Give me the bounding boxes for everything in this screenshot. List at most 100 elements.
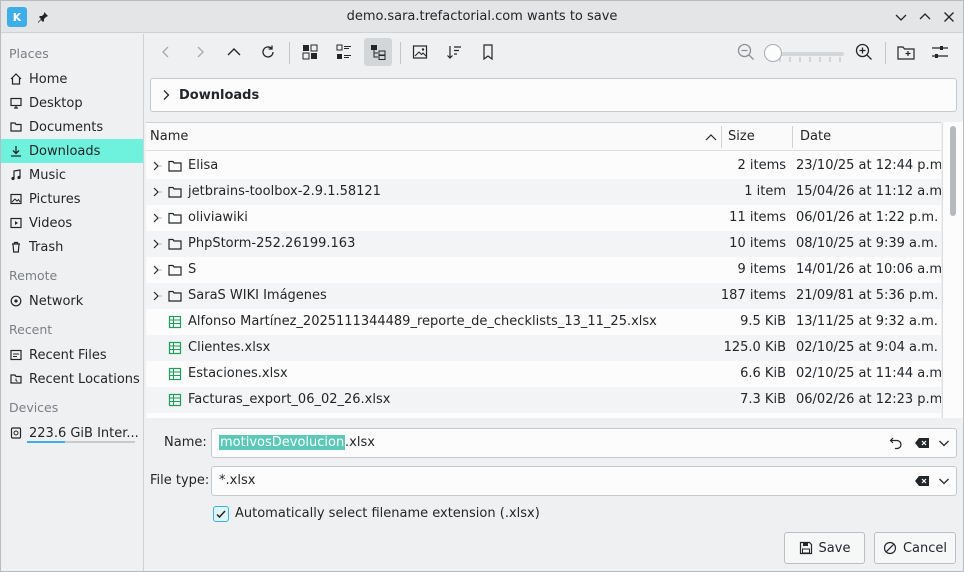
sort-ascending-icon bbox=[705, 134, 717, 141]
chevron-down-icon[interactable] bbox=[936, 435, 952, 451]
expand-arrow-icon[interactable] bbox=[150, 262, 162, 278]
zoom-out-button[interactable] bbox=[732, 38, 760, 66]
clear-icon[interactable] bbox=[914, 473, 930, 489]
new-folder-button[interactable] bbox=[892, 38, 920, 66]
vertical-scrollbar[interactable] bbox=[942, 122, 963, 418]
toolbar-separator bbox=[400, 42, 401, 64]
home-icon bbox=[9, 72, 23, 86]
table-row[interactable]: S 9 items 14/01/26 at 10:06 a.m. bbox=[146, 257, 941, 283]
breadcrumb-current[interactable]: Downloads bbox=[179, 88, 259, 103]
zoom-slider-handle[interactable] bbox=[764, 44, 782, 62]
sidebar-item-pictures[interactable]: Pictures bbox=[1, 187, 143, 211]
scrollbar-thumb[interactable] bbox=[950, 126, 956, 216]
forward-button[interactable] bbox=[186, 38, 214, 66]
expand-arrow-icon[interactable] bbox=[150, 184, 162, 200]
breadcrumb[interactable]: Downloads bbox=[150, 78, 957, 112]
table-row[interactable]: oliviawiki 11 items 06/01/26 at 1:22 p.m. bbox=[146, 205, 941, 231]
tree-view-button[interactable] bbox=[364, 38, 392, 66]
spreadsheet-icon bbox=[168, 341, 182, 355]
sort-button[interactable] bbox=[440, 38, 468, 66]
sidebar-item-videos[interactable]: Videos bbox=[1, 211, 143, 235]
bookmark-button[interactable] bbox=[474, 38, 502, 66]
section-remote: Remote bbox=[9, 268, 58, 283]
sidebar-item-downloads[interactable]: Downloads bbox=[1, 139, 143, 163]
checkmark-icon bbox=[216, 510, 226, 519]
column-divider[interactable] bbox=[721, 126, 722, 148]
icons-view-button[interactable] bbox=[296, 38, 324, 66]
filetype-value: *.xlsx bbox=[219, 473, 256, 488]
file-date: 14/01/26 at 10:06 a.m. bbox=[796, 262, 941, 277]
cancel-icon bbox=[883, 541, 897, 555]
sidebar-item-label: Documents bbox=[29, 119, 104, 135]
undo-icon[interactable] bbox=[888, 435, 904, 451]
section-recent: Recent bbox=[9, 322, 53, 337]
section-places: Places bbox=[9, 46, 49, 61]
cancel-button[interactable]: Cancel bbox=[874, 532, 956, 564]
back-button[interactable] bbox=[152, 38, 180, 66]
folder-icon bbox=[168, 237, 182, 251]
file-name: oliviawiki bbox=[188, 210, 248, 225]
sidebar-item-label: Pictures bbox=[29, 191, 81, 207]
chevron-down-icon[interactable] bbox=[936, 473, 952, 489]
zoom-slider[interactable] bbox=[764, 44, 848, 64]
expand-arrow-icon[interactable] bbox=[150, 288, 162, 304]
column-header-size[interactable]: Size bbox=[724, 123, 755, 151]
table-row[interactable]: Estaciones.xlsx 6.6 KiB 02/10/25 at 11:44 … bbox=[146, 361, 941, 387]
column-header-name[interactable]: Name bbox=[146, 123, 188, 151]
file-list: Name Size Date Elisa 2 items 23/10/25 at 1… bbox=[146, 122, 941, 418]
sidebar-item-home[interactable]: Home bbox=[1, 67, 143, 91]
maximize-icon[interactable] bbox=[915, 7, 935, 27]
options-menu-button[interactable] bbox=[926, 38, 954, 66]
preview-button[interactable] bbox=[406, 38, 434, 66]
name-label: Name: bbox=[164, 435, 207, 450]
table-row[interactable]: Clientes.xlsx 125.0 KiB 02/10/25 at 9:04 a… bbox=[146, 335, 941, 361]
sidebar-item-documents[interactable]: Documents bbox=[1, 115, 143, 139]
places-sidebar: Places Home Desktop Documents Downloads … bbox=[1, 34, 144, 571]
minimize-icon[interactable] bbox=[891, 7, 911, 27]
folder-icon bbox=[168, 211, 182, 225]
file-date: 02/10/25 at 9:04 a.m. bbox=[796, 340, 938, 355]
title-bar: K demo.sara.trefactorial.com wants to sa… bbox=[1, 1, 963, 33]
auto-extension-label[interactable]: Automatically select filename extension … bbox=[235, 506, 540, 521]
table-row[interactable]: Facturas_export_06_02_26.xlsx 7.3 KiB 06/0… bbox=[146, 387, 941, 413]
filetype-select[interactable]: *.xlsx bbox=[211, 466, 957, 496]
cancel-button-label: Cancel bbox=[902, 540, 948, 556]
filename-field[interactable]: motivosDevolucion .xlsx bbox=[211, 428, 957, 458]
clear-icon[interactable] bbox=[914, 435, 930, 451]
reload-button[interactable] bbox=[254, 38, 282, 66]
sidebar-item-desktop[interactable]: Desktop bbox=[1, 91, 143, 115]
videos-icon bbox=[9, 216, 23, 230]
column-divider[interactable] bbox=[792, 126, 793, 148]
auto-extension-checkbox[interactable] bbox=[213, 506, 229, 522]
file-name: S bbox=[188, 262, 197, 277]
expand-arrow-icon[interactable] bbox=[150, 236, 162, 252]
table-row[interactable]: jetbrains-toolbox-2.9.1.58121 1 item 15/04… bbox=[146, 179, 941, 205]
sidebar-item-recent-locations[interactable]: Recent Locations bbox=[1, 367, 143, 391]
file-size: 6.6 KiB bbox=[740, 366, 786, 381]
sidebar-item-music[interactable]: Music bbox=[1, 163, 143, 187]
zoom-in-button[interactable] bbox=[850, 38, 878, 66]
save-button[interactable]: Save bbox=[784, 532, 865, 564]
spreadsheet-icon bbox=[168, 393, 182, 407]
expand-arrow-icon[interactable] bbox=[150, 158, 162, 174]
file-size: 2 items bbox=[737, 158, 786, 173]
file-size: 11 items bbox=[729, 210, 786, 225]
sidebar-item-recent-files[interactable]: Recent Files bbox=[1, 343, 143, 367]
close-icon[interactable] bbox=[939, 7, 959, 27]
chevron-right-icon[interactable] bbox=[161, 89, 171, 101]
table-row[interactable]: SaraS WIKI Imágenes 187 items 21/09/81 at … bbox=[146, 283, 941, 309]
column-header-date[interactable]: Date bbox=[796, 123, 831, 151]
table-row[interactable]: Elisa 2 items 23/10/25 at 12:44 p.m. bbox=[146, 153, 941, 179]
sidebar-item-network[interactable]: Network bbox=[1, 289, 143, 313]
sidebar-item-trash[interactable]: Trash bbox=[1, 235, 143, 259]
parent-folder-button[interactable] bbox=[220, 38, 248, 66]
table-row[interactable]: PhpStorm-252.26199.163 10 items 08/10/25 a… bbox=[146, 231, 941, 257]
sidebar-item-label: Home bbox=[29, 71, 68, 87]
compact-view-button[interactable] bbox=[330, 38, 358, 66]
sidebar-item-label: Trash bbox=[29, 239, 64, 255]
file-date: 15/04/26 at 11:12 a.m. bbox=[796, 184, 941, 199]
expand-arrow-icon[interactable] bbox=[150, 210, 162, 226]
table-row[interactable]: Alfonso Martínez_2025111344489_reporte_d… bbox=[146, 309, 941, 335]
toolbar-separator bbox=[289, 42, 290, 64]
spreadsheet-icon bbox=[168, 315, 182, 329]
